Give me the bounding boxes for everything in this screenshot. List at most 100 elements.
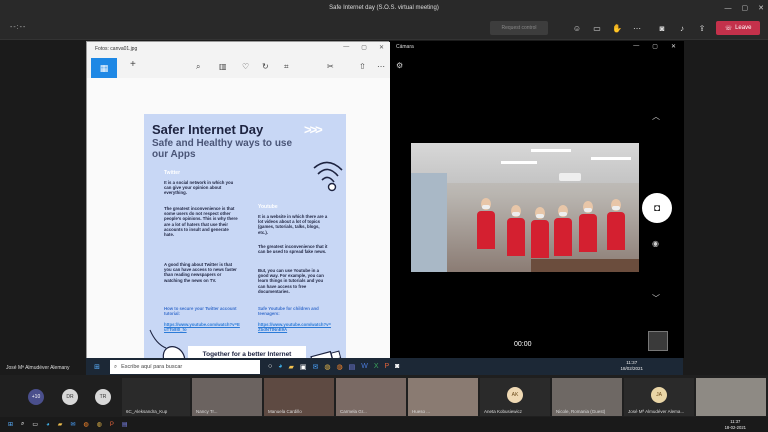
participant-tile[interactable]: 6C_Aleksandra_Kup: [122, 378, 190, 416]
wifi-icon: [313, 161, 343, 192]
explorer-icon[interactable]: ▰: [288, 363, 293, 371]
chrome-icon[interactable]: ◍: [97, 421, 102, 428]
close-icon[interactable]: ✕: [758, 4, 764, 12]
window-title-bar: Safe Internet day (S.O.S. virtual meetin…: [0, 0, 768, 16]
rotate-icon[interactable]: ↻: [262, 62, 269, 71]
close-icon[interactable]: ✕: [671, 43, 676, 50]
gallery-thumbnail[interactable]: [648, 331, 668, 351]
presenter-name: José Mª Almudéver Alemany: [6, 365, 70, 371]
youtube-heading: Youtube: [258, 204, 278, 210]
projector: [559, 173, 581, 181]
shared-taskbar-clock: 11:37 18/02/2021: [620, 360, 643, 372]
desks: [531, 259, 639, 272]
maximize-icon[interactable]: ▢: [361, 44, 367, 51]
leave-button[interactable]: ☏ Leave: [716, 21, 760, 35]
search-icon[interactable]: ⌕: [21, 421, 24, 428]
more-participants-badge[interactable]: +10: [28, 389, 44, 405]
word-icon[interactable]: W: [361, 363, 368, 371]
twitter-heading: Twitter: [164, 170, 181, 176]
share-icon[interactable]: ⇪: [696, 22, 708, 34]
taskbar-search-box[interactable]: ⌕ Escribe aquí para buscar: [110, 360, 260, 374]
task-view-icon[interactable]: ○: [268, 363, 272, 371]
settings-icon[interactable]: ⚙: [396, 61, 403, 70]
powerpoint-icon[interactable]: P: [384, 363, 389, 371]
search-placeholder: Escribe aquí para buscar: [121, 364, 183, 370]
teams-icon[interactable]: ▤: [122, 421, 128, 428]
store-icon[interactable]: ▣: [300, 363, 307, 371]
chat-icon[interactable]: ▭: [591, 22, 603, 34]
mic-icon[interactable]: ♪: [676, 22, 688, 34]
maximize-icon[interactable]: ▢: [742, 4, 749, 12]
participant-strip: +10 DR TR 6 6C_Aleksandra_Kup Nancy Tr..…: [0, 375, 768, 417]
powerpoint-icon[interactable]: P: [110, 422, 114, 428]
minimize-icon[interactable]: —: [725, 5, 732, 12]
participant-avatar: AK: [507, 387, 523, 403]
explorer-icon[interactable]: ▰: [58, 421, 63, 428]
chevron-up-icon[interactable]: ︿: [652, 111, 660, 122]
youtube-link[interactable]: https://www.youtube.com/watch?v=ZbdNTtNn…: [258, 322, 332, 332]
edit-icon[interactable]: ✂: [327, 62, 334, 71]
photo-mode-icon[interactable]: ◉: [652, 239, 659, 248]
taskbar-apps: ○ ◕ ▰ ▣ ✉ ◍ ◍ ▤ W X P ◙: [268, 363, 399, 371]
crop-icon[interactable]: ⌗: [284, 62, 289, 72]
participant-tile[interactable]: [696, 378, 766, 416]
shared-windows-taskbar: ⊞ ⌕ Escribe aquí para buscar ○ ◕ ▰ ▣ ✉ ◍…: [86, 358, 683, 376]
photos-window: Fotos: canva01.jpg — ▢ ✕ ▦ + ⌕ ▥ ♡ ↻ ⌗ ✂…: [86, 41, 390, 382]
window-title: Safe Internet day (S.O.S. virtual meetin…: [329, 5, 439, 11]
clock-date: 18/02/2021: [620, 366, 643, 371]
windows-start-icon[interactable]: ⊞: [90, 363, 104, 371]
edge-icon[interactable]: ◕: [278, 363, 282, 371]
foreground-person: [411, 173, 447, 272]
participant-tile[interactable]: Nicole, Romania (Guest): [552, 378, 622, 416]
more-icon[interactable]: ⋯: [631, 22, 643, 34]
mail-icon[interactable]: ✉: [70, 421, 75, 428]
participant-tile[interactable]: Manuela Cardillo: [264, 378, 334, 416]
participant-tile[interactable]: AK Aneta Kobusiewicz: [480, 378, 550, 416]
poster-title: Safer Internet Day: [152, 122, 264, 137]
camera-icon[interactable]: ◙: [656, 22, 668, 34]
home-icon[interactable]: ▦: [91, 58, 117, 78]
participant-tile[interactable]: Nancy Tr...: [192, 378, 262, 416]
firefox-icon[interactable]: ◍: [336, 363, 342, 371]
excel-icon[interactable]: X: [374, 363, 379, 371]
camera-title: Cámara: [396, 44, 414, 50]
close-icon[interactable]: ✕: [379, 44, 384, 51]
participant-tile[interactable]: JA José Mª Almudéver Alema...: [624, 378, 694, 416]
participant-name: Nicole, Romania (Guest): [556, 409, 606, 414]
add-icon[interactable]: +: [130, 59, 136, 70]
windows-start-icon[interactable]: ⊞: [8, 421, 13, 428]
student: [477, 198, 495, 249]
participant-tile[interactable]: Hueso ...: [408, 378, 478, 416]
participant-name: Carmela Gr...: [340, 409, 367, 414]
delete-icon[interactable]: ▥: [219, 62, 227, 71]
ceiling-light: [531, 149, 571, 152]
participant-tile[interactable]: Carmela Gr...: [336, 378, 406, 416]
phone-icon: ☏: [724, 25, 733, 32]
minimize-icon[interactable]: —: [343, 44, 349, 51]
favorite-icon[interactable]: ♡: [242, 62, 249, 71]
twitter-secure-label: How to secure your Twitter account tutor…: [164, 306, 237, 317]
share-icon[interactable]: ⇧: [359, 62, 366, 71]
edge-icon[interactable]: ◕: [46, 422, 50, 428]
window-controls: — ▢ ✕: [725, 0, 765, 16]
camera-app-icon[interactable]: ◙: [395, 363, 399, 371]
request-control-button[interactable]: Request control: [490, 21, 548, 35]
participant-name: 6C_Aleksandra_Kup: [126, 409, 168, 414]
search-icon: ⌕: [114, 363, 118, 370]
chevrons-icon: >>>: [304, 122, 323, 137]
zoom-icon[interactable]: ⌕: [196, 62, 200, 72]
minimize-icon[interactable]: —: [633, 43, 639, 50]
camera-window: Cámara — ▢ ✕ ⚙ ︿ ◘ ◉ ﹀ 00:00: [390, 41, 684, 358]
maximize-icon[interactable]: ▢: [652, 43, 658, 50]
mail-icon[interactable]: ✉: [312, 363, 318, 371]
chevron-down-icon[interactable]: ﹀: [652, 293, 660, 304]
more-icon[interactable]: ⋯: [377, 62, 385, 71]
teams-icon[interactable]: ▤: [349, 363, 356, 371]
firefox-icon[interactable]: ◍: [83, 421, 88, 428]
raise-hand-icon[interactable]: ✋: [611, 22, 623, 34]
clock-date: 18-02-2021: [724, 424, 746, 430]
video-record-button[interactable]: ◘: [642, 193, 672, 223]
participants-icon[interactable]: ☺: [571, 22, 583, 34]
chrome-icon[interactable]: ◍: [324, 363, 330, 371]
task-view-icon[interactable]: ▭: [32, 421, 38, 428]
